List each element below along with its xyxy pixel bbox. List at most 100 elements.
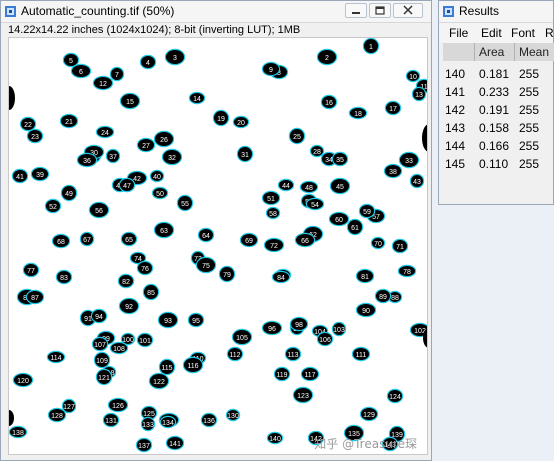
header-index[interactable] bbox=[443, 43, 475, 61]
particle: 72 bbox=[263, 237, 285, 253]
row-area: 0.158 bbox=[479, 121, 510, 135]
particle-label: 121 bbox=[98, 375, 110, 382]
table-row[interactable]: 141 0.233 255 bbox=[443, 83, 554, 101]
particle-label: 88 bbox=[391, 295, 399, 302]
image-window-title: Automatic_counting.tif (50%) bbox=[21, 4, 175, 18]
table-row[interactable]: 140 0.181 255 bbox=[443, 65, 554, 83]
particle-label: 21 bbox=[65, 119, 73, 126]
particle-label: 24 bbox=[101, 130, 109, 137]
particle: 58 bbox=[265, 206, 281, 220]
particle: 13 bbox=[411, 86, 427, 102]
particle: 16 bbox=[320, 94, 338, 110]
image-canvas[interactable]: 1 2 3 4 5 6 7 8 9 10 11 12 13 14 15 16 17 18 19 20 21 22 23 24 2… bbox=[8, 37, 428, 455]
image-info: 14.22x14.22 inches (1024x1024); 8-bit (i… bbox=[8, 24, 301, 36]
particle: 63 bbox=[153, 221, 175, 239]
particle: 121 bbox=[95, 368, 113, 386]
particle: 78 bbox=[397, 264, 417, 278]
particle-label: 85 bbox=[147, 290, 155, 297]
particle: 140 bbox=[266, 431, 284, 445]
edge-particle bbox=[9, 86, 15, 110]
particle-label: 63 bbox=[160, 228, 168, 235]
particle-label: 48 bbox=[305, 185, 313, 192]
particle: 85 bbox=[142, 283, 160, 301]
row-area: 0.181 bbox=[479, 67, 510, 81]
table-row[interactable]: 143 0.158 255 bbox=[443, 119, 554, 137]
particle-label: 61 bbox=[351, 225, 359, 232]
particle: 44 bbox=[277, 178, 295, 192]
row-index: 145 bbox=[445, 157, 466, 171]
row-index: 140 bbox=[445, 67, 466, 81]
particle: 129 bbox=[359, 406, 379, 422]
restore-button[interactable] bbox=[369, 3, 391, 18]
particle-overlay: 123456 7 89101112131415 1617181920212223242… bbox=[9, 38, 427, 453]
particle-label: 28 bbox=[313, 149, 321, 156]
menu-file[interactable]: File bbox=[449, 26, 468, 40]
particle-label: 65 bbox=[125, 237, 133, 244]
particle: 76 bbox=[136, 260, 154, 276]
particle-label: 94 bbox=[95, 314, 103, 321]
particle-label: 36 bbox=[83, 158, 91, 165]
particle: 6 bbox=[70, 63, 92, 79]
particle-label: 51 bbox=[267, 196, 275, 203]
particle: 15 bbox=[119, 92, 141, 110]
particle: 90 bbox=[355, 302, 377, 318]
particle-label: 116 bbox=[187, 363, 198, 370]
image-window: Automatic_counting.tif (50%) 14.22x14.22… bbox=[0, 0, 432, 461]
particle: 122 bbox=[148, 372, 170, 390]
particle: 37 bbox=[105, 148, 121, 164]
particle-label: 67 bbox=[83, 237, 91, 244]
results-titlebar[interactable]: Results bbox=[439, 1, 553, 23]
particle: 26 bbox=[153, 130, 175, 148]
particle: 43 bbox=[409, 173, 425, 189]
particle-label: 76 bbox=[141, 266, 149, 273]
particle-label: 79 bbox=[223, 272, 231, 279]
row-index: 143 bbox=[445, 121, 466, 135]
image-titlebar[interactable]: Automatic_counting.tif (50%) bbox=[1, 1, 431, 23]
particle: 38 bbox=[383, 163, 403, 179]
particle-label: 137 bbox=[138, 443, 150, 450]
particle: 131 bbox=[102, 412, 120, 428]
table-row[interactable]: 142 0.191 255 bbox=[443, 101, 554, 119]
particle-label: 90 bbox=[362, 308, 370, 315]
particle-label: 105 bbox=[236, 335, 248, 342]
close-button[interactable] bbox=[393, 3, 423, 18]
menu-font[interactable]: Font bbox=[511, 26, 535, 40]
minimize-button[interactable] bbox=[345, 3, 367, 18]
particle: 130 bbox=[225, 408, 241, 422]
particle: 134 bbox=[159, 415, 177, 429]
particle: 64 bbox=[197, 227, 215, 243]
particle-label: 12 bbox=[99, 81, 107, 88]
particle-label: 33 bbox=[405, 158, 413, 165]
particle-label: 64 bbox=[202, 233, 210, 240]
row-area: 0.233 bbox=[479, 85, 510, 99]
row-index: 144 bbox=[445, 139, 466, 153]
particle-label: 20 bbox=[237, 120, 245, 127]
table-row[interactable]: 144 0.166 255 bbox=[443, 137, 554, 155]
particle: 49 bbox=[60, 184, 78, 202]
particle-label: 31 bbox=[241, 152, 249, 159]
particle-label: 40 bbox=[153, 174, 161, 181]
particle-label: 127 bbox=[63, 404, 75, 411]
row-mean: 255 bbox=[519, 103, 540, 117]
header-mean[interactable]: Mean bbox=[515, 43, 554, 61]
particle: 84 bbox=[271, 270, 291, 284]
particle: 50 bbox=[151, 186, 169, 200]
close-icon bbox=[403, 5, 413, 15]
particle: 40 bbox=[149, 169, 165, 183]
particle: 3 bbox=[164, 48, 186, 66]
particle: 96 bbox=[261, 320, 283, 336]
particle-label: 72 bbox=[270, 243, 278, 250]
particle: 65 bbox=[120, 231, 138, 247]
particle-label: 27 bbox=[142, 143, 150, 150]
particle: 137 bbox=[135, 437, 153, 453]
particle: 81 bbox=[355, 268, 375, 284]
particle: 12 bbox=[92, 75, 114, 91]
particle: 109 bbox=[93, 351, 111, 369]
menu-results[interactable]: R bbox=[545, 26, 554, 40]
particle: 14 bbox=[188, 91, 206, 105]
table-row[interactable]: 145 0.110 255 bbox=[443, 155, 554, 173]
particle-label: 124 bbox=[389, 394, 401, 401]
particle-label: 14 bbox=[193, 96, 201, 103]
menu-edit[interactable]: Edit bbox=[481, 26, 502, 40]
header-area[interactable]: Area bbox=[475, 43, 515, 61]
